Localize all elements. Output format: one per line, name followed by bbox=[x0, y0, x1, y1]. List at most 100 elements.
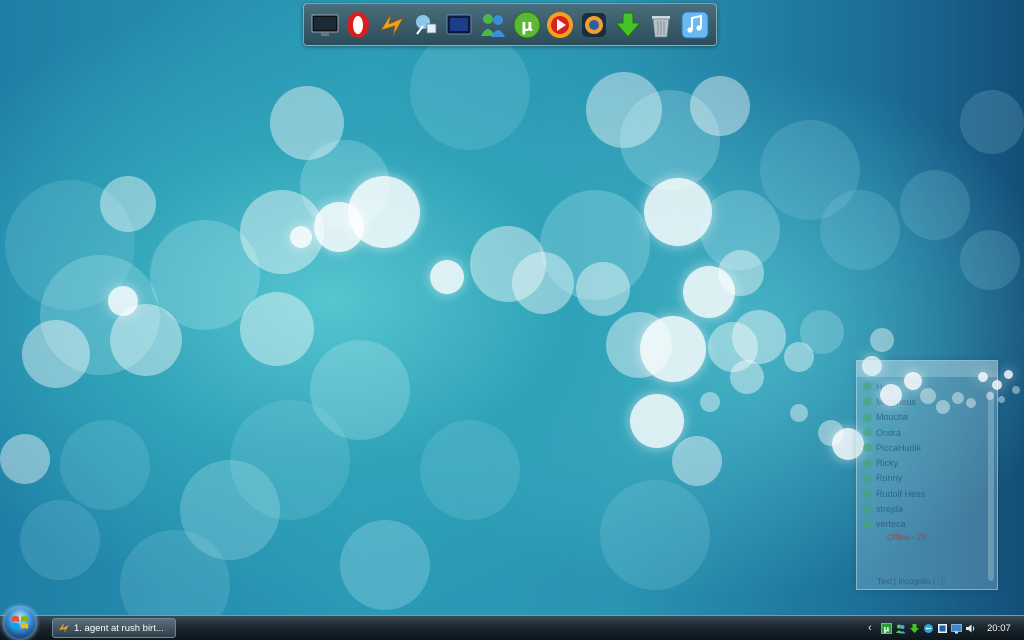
itunes-icon[interactable] bbox=[680, 10, 710, 40]
contact-name: PiccaHudik bbox=[876, 442, 922, 453]
contact-item[interactable]: Ricky bbox=[863, 455, 997, 470]
wallpaper-bokeh bbox=[1004, 370, 1013, 379]
wallpaper-bokeh bbox=[150, 220, 260, 330]
contact-status-icon bbox=[863, 489, 872, 499]
windows-logo-icon bbox=[12, 616, 28, 629]
contact-status-icon bbox=[863, 428, 872, 438]
contact-status-icon bbox=[863, 458, 872, 468]
contact-list: Haly Morpheus Moucha Ondra PiccaHudik Ricky Ro… bbox=[857, 377, 997, 532]
contact-name: Moucha bbox=[876, 412, 909, 423]
wallpaper-bokeh bbox=[784, 342, 814, 372]
contact-item[interactable]: verteca bbox=[863, 517, 997, 532]
wallpaper-bokeh bbox=[960, 230, 1020, 290]
wallpaper-bokeh bbox=[1012, 386, 1020, 394]
contact-status-icon bbox=[863, 412, 872, 422]
clock[interactable]: 20:07 bbox=[987, 623, 1011, 634]
offline-group-label[interactable]: Offline - 23 bbox=[857, 532, 997, 544]
contact-status-icon bbox=[863, 473, 872, 483]
contact-item[interactable]: Haly bbox=[863, 379, 997, 394]
contact-item[interactable]: Ronny bbox=[863, 471, 997, 486]
contact-list-scrollbar[interactable] bbox=[988, 391, 994, 581]
wallpaper-bokeh bbox=[230, 400, 350, 520]
contact-item[interactable]: Moucha bbox=[863, 410, 997, 425]
opera-icon[interactable] bbox=[343, 10, 373, 40]
utorrent-tray-icon[interactable] bbox=[895, 623, 906, 634]
wallpaper-bokeh bbox=[314, 202, 364, 252]
wallpaper-bokeh bbox=[820, 190, 900, 270]
taskbar-window-label: 1. agent at rush birt... bbox=[74, 622, 164, 634]
computer-icon[interactable] bbox=[310, 10, 340, 40]
wallpaper-bokeh bbox=[40, 255, 160, 375]
wallpaper-bokeh bbox=[290, 226, 312, 248]
tray-expand-chevron-icon[interactable]: ‹ bbox=[868, 622, 878, 634]
svg-text:µ: µ bbox=[521, 16, 533, 35]
winamp-icon bbox=[59, 623, 69, 633]
contact-item[interactable]: Rudolf Hess bbox=[863, 486, 997, 501]
contact-list-footer: Text | Incognito | ⓘ bbox=[877, 577, 946, 586]
messenger-tray-icon[interactable]: μ bbox=[881, 622, 892, 634]
wallpaper-bokeh bbox=[900, 170, 970, 240]
network-icon[interactable] bbox=[411, 10, 441, 40]
network-tray-icon[interactable] bbox=[923, 623, 934, 634]
wallpaper-bokeh bbox=[470, 226, 546, 302]
winamp-icon[interactable] bbox=[377, 10, 407, 40]
wallpaper-bokeh bbox=[732, 310, 786, 364]
download-icon[interactable] bbox=[613, 10, 643, 40]
media-player-icon[interactable] bbox=[545, 10, 575, 40]
wallpaper-bokeh bbox=[708, 322, 758, 372]
wallpaper-bokeh bbox=[300, 140, 390, 230]
wallpaper-bokeh bbox=[818, 420, 844, 446]
wallpaper-bokeh bbox=[430, 260, 464, 294]
wallpaper-bokeh bbox=[310, 340, 410, 440]
wallpaper-bokeh bbox=[540, 190, 650, 300]
taskbar-window-button[interactable]: 1. agent at rush birt... bbox=[52, 618, 176, 638]
monitor-icon[interactable] bbox=[444, 10, 474, 40]
contact-item[interactable]: PiccaHudik bbox=[863, 440, 997, 455]
security-tray-icon[interactable] bbox=[937, 623, 948, 634]
wallpaper-bokeh bbox=[730, 360, 764, 394]
wallpaper-bokeh bbox=[672, 436, 722, 486]
volume-icon[interactable] bbox=[965, 623, 976, 634]
contact-status-icon bbox=[863, 443, 872, 453]
wallpaper-bokeh bbox=[606, 312, 672, 378]
contact-name: Haly bbox=[876, 381, 895, 392]
start-button[interactable] bbox=[3, 606, 37, 640]
recycle-bin-icon[interactable] bbox=[646, 10, 676, 40]
contact-name: Ricky bbox=[876, 458, 898, 469]
messenger-icon[interactable] bbox=[478, 10, 508, 40]
music-player-icon[interactable] bbox=[579, 10, 609, 40]
contact-status-icon bbox=[863, 382, 872, 392]
wallpaper-bokeh bbox=[110, 304, 182, 376]
wallpaper-bokeh bbox=[586, 72, 662, 148]
wallpaper-bokeh bbox=[800, 310, 844, 354]
wallpaper-bokeh bbox=[998, 396, 1005, 403]
wallpaper-bokeh bbox=[240, 190, 324, 274]
wallpaper-bokeh bbox=[240, 292, 314, 366]
wallpaper-bokeh bbox=[700, 392, 720, 412]
wallpaper-bokeh bbox=[576, 262, 630, 316]
contact-name: Rudolf Hess bbox=[876, 488, 926, 499]
wallpaper-bokeh bbox=[870, 328, 894, 352]
wallpaper-bokeh bbox=[600, 480, 710, 590]
system-tray: ‹ μ 20:07 bbox=[864, 616, 1024, 640]
wallpaper-bokeh bbox=[20, 500, 100, 580]
wallpaper-bokeh bbox=[420, 420, 520, 520]
utorrent-icon[interactable]: µ bbox=[512, 10, 542, 40]
contact-item[interactable]: strejda bbox=[863, 501, 997, 516]
wallpaper-bokeh bbox=[718, 250, 764, 296]
contact-name: verteca bbox=[876, 519, 906, 530]
wallpaper-bokeh bbox=[60, 420, 150, 510]
contact-list-header bbox=[857, 361, 997, 377]
wallpaper-bokeh bbox=[270, 86, 344, 160]
download-tray-icon[interactable] bbox=[909, 623, 920, 634]
wallpaper-bokeh bbox=[5, 180, 135, 310]
display-tray-icon[interactable] bbox=[951, 623, 962, 634]
wallpaper-bokeh bbox=[512, 252, 574, 314]
contact-item[interactable]: Morpheus bbox=[863, 394, 997, 409]
contact-item[interactable]: Ondra bbox=[863, 425, 997, 440]
wallpaper-bokeh bbox=[790, 404, 808, 422]
wallpaper-bokeh bbox=[0, 434, 50, 484]
wallpaper-bokeh bbox=[644, 178, 712, 246]
contact-name: strejda bbox=[876, 504, 904, 515]
wallpaper-bokeh bbox=[410, 30, 530, 150]
